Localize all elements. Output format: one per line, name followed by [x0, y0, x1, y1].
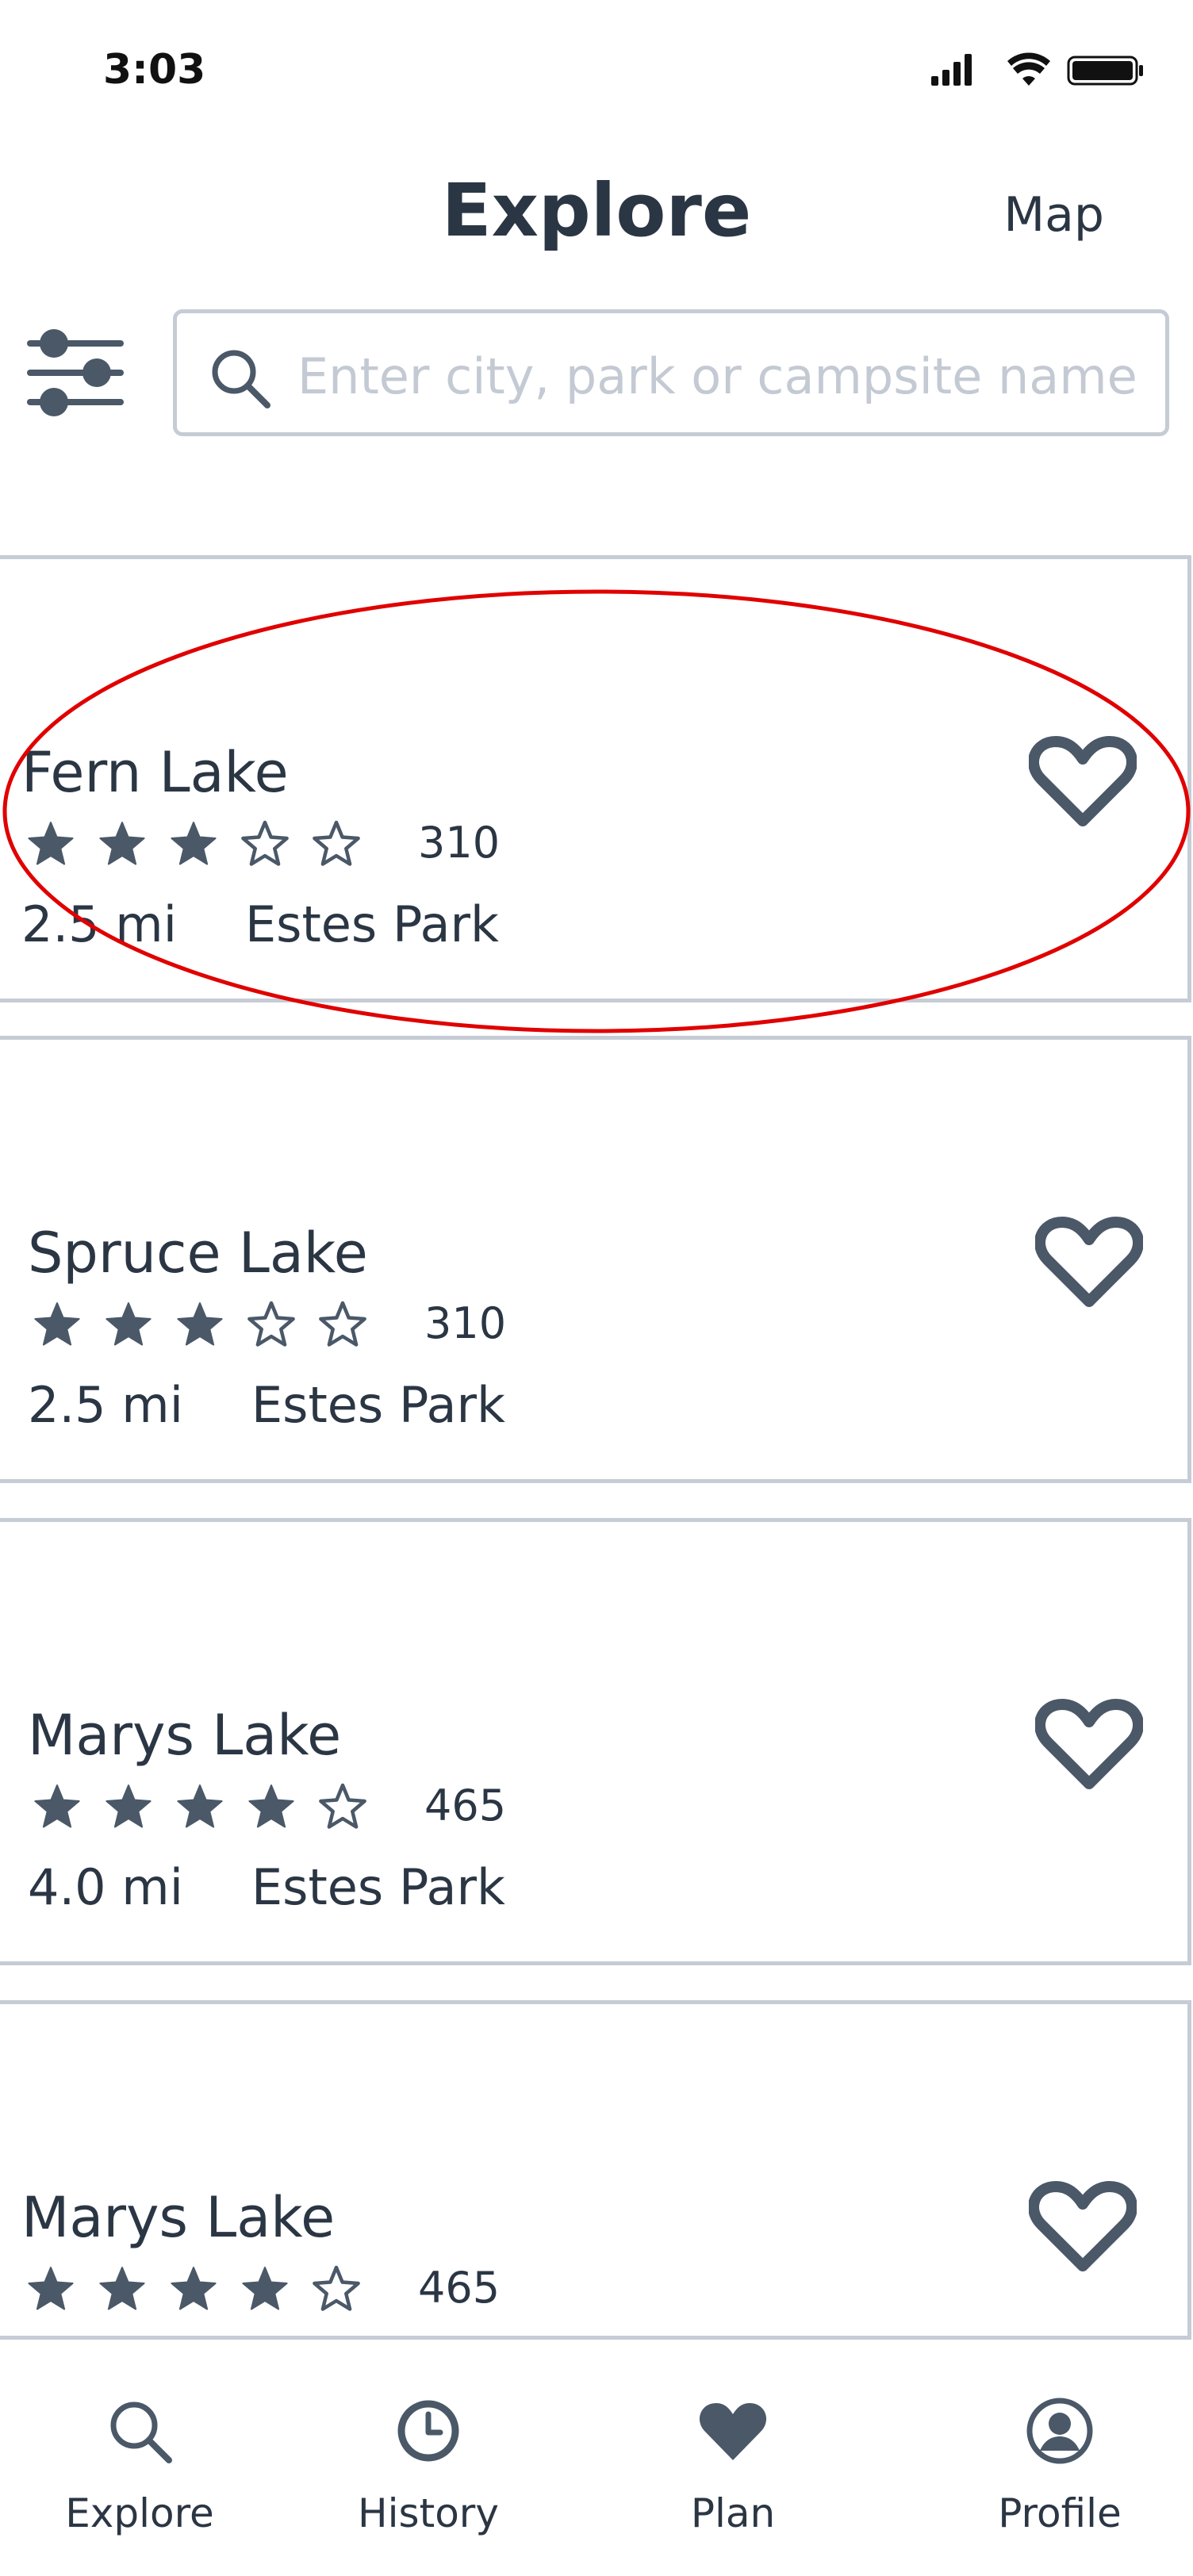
search-bar[interactable] — [173, 309, 1169, 436]
review-count: 310 — [424, 1298, 507, 1348]
tab-label: Profile — [998, 2490, 1122, 2536]
campsite-distance: 2.5 mi — [28, 1376, 183, 1434]
star-filled-icon — [105, 1784, 152, 1828]
campsite-location: Estes Park — [251, 1376, 505, 1434]
campsite-distance: 2.5 mi — [21, 895, 177, 953]
star-filled-icon — [99, 822, 145, 865]
campsite-card[interactable]: Spruce Lake 310 2.5 mi Estes Park — [0, 1036, 1191, 1483]
star-filled-icon — [171, 822, 217, 865]
star-filled-icon — [34, 1784, 80, 1828]
campsite-card[interactable]: Marys Lake 465 4.0 mi Estes Park — [0, 1518, 1191, 1965]
battery-icon — [1067, 56, 1143, 86]
map-button[interactable]: Map — [1003, 187, 1104, 243]
star-outline-icon — [319, 1301, 366, 1347]
star-rating — [33, 1782, 367, 1833]
star-outline-icon — [247, 1301, 295, 1347]
heart-filled-icon — [699, 2403, 767, 2460]
star-filled-icon — [177, 1302, 223, 1346]
review-count: 465 — [418, 2263, 501, 2313]
star-filled-icon — [242, 2267, 288, 2310]
campsite-name: Marys Lake — [28, 1703, 342, 1768]
heart-icon[interactable] — [1035, 1698, 1143, 1793]
star-filled-icon — [248, 1784, 294, 1828]
campsite-location: Estes Park — [245, 895, 499, 953]
tab-history[interactable]: History — [309, 2340, 547, 2576]
star-filled-icon — [34, 1302, 80, 1346]
star-outline-icon — [319, 1783, 366, 1829]
star-rating — [26, 819, 361, 870]
tab-explore[interactable]: Explore — [21, 2340, 259, 2576]
tab-profile[interactable]: Profile — [941, 2340, 1179, 2576]
wifi-icon — [1007, 52, 1050, 86]
campsite-distance: 4.0 mi — [28, 1858, 183, 1916]
tab-label: Plan — [690, 2490, 776, 2536]
filter-sliders-icon[interactable] — [24, 321, 127, 424]
campsite-card[interactable]: Fern Lake 310 2.5 mi Estes Park — [0, 555, 1191, 1002]
campsite-card[interactable]: Marys Lake 465 — [0, 2000, 1191, 2340]
signal-icon — [931, 54, 972, 86]
heart-icon[interactable] — [1029, 735, 1137, 830]
heart-icon[interactable] — [1029, 2180, 1137, 2275]
tab-bar: Explore History Plan Profile — [0, 2340, 1193, 2576]
status-time: 3:03 — [103, 46, 206, 94]
review-count: 310 — [418, 818, 501, 868]
campsite-name: Spruce Lake — [28, 1221, 368, 1286]
star-outline-icon — [313, 820, 360, 866]
star-filled-icon — [177, 1784, 223, 1828]
star-outline-icon — [241, 820, 289, 866]
star-filled-icon — [99, 2267, 145, 2310]
status-icons — [931, 52, 1143, 86]
tab-label: History — [358, 2490, 499, 2536]
star-filled-icon — [28, 2267, 74, 2310]
campsite-name: Marys Lake — [21, 2185, 336, 2250]
campsite-name: Fern Lake — [21, 740, 289, 805]
search-icon — [212, 350, 270, 408]
star-filled-icon — [171, 2267, 217, 2310]
campsite-location: Estes Park — [251, 1858, 505, 1916]
star-rating — [33, 1300, 367, 1351]
search-icon — [110, 2402, 172, 2463]
star-rating — [26, 2264, 361, 2315]
user-circle-icon — [1026, 2398, 1093, 2464]
search-input[interactable] — [297, 332, 1154, 420]
star-outline-icon — [313, 2265, 360, 2311]
tab-plan[interactable]: Plan — [614, 2340, 852, 2576]
review-count: 465 — [424, 1781, 507, 1830]
tab-label: Explore — [65, 2490, 214, 2536]
star-filled-icon — [105, 1302, 152, 1346]
clock-icon — [397, 2400, 459, 2462]
heart-icon[interactable] — [1035, 1216, 1143, 1311]
star-filled-icon — [28, 822, 74, 865]
